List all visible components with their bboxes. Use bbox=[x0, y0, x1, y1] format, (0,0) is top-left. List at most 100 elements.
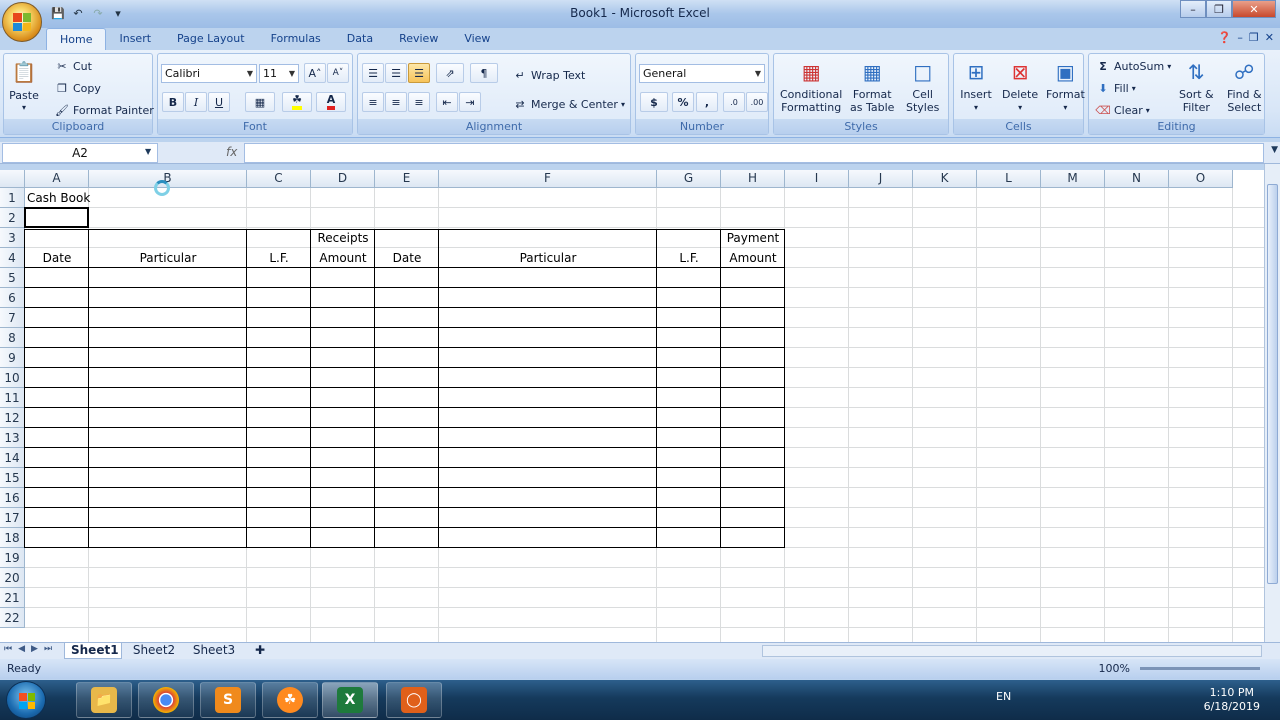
sheet-tab-sheet1[interactable]: Sheet1 bbox=[64, 643, 122, 659]
last-sheet-icon[interactable]: ⏭ bbox=[44, 644, 52, 654]
insert-function-icon[interactable]: fx bbox=[226, 145, 237, 159]
borders-button[interactable]: ▦ bbox=[245, 92, 275, 112]
align-middle-button[interactable]: ☰ bbox=[385, 63, 407, 83]
column-header-h[interactable]: H bbox=[721, 170, 785, 188]
taskbar-explorer[interactable]: 📁 bbox=[76, 682, 132, 718]
percent-button[interactable]: % bbox=[672, 92, 694, 112]
row-header-14[interactable]: 14 bbox=[0, 448, 25, 468]
vertical-scroll-thumb[interactable] bbox=[1267, 184, 1278, 584]
row-header-20[interactable]: 20 bbox=[0, 568, 25, 588]
increase-indent-button[interactable]: ⇥ bbox=[459, 92, 481, 112]
column-header-k[interactable]: K bbox=[913, 170, 977, 188]
row-header-13[interactable]: 13 bbox=[0, 428, 25, 448]
font-color-button[interactable]: A bbox=[316, 92, 346, 112]
row-header-2[interactable]: 2 bbox=[0, 208, 25, 228]
tab-review[interactable]: Review bbox=[386, 28, 451, 50]
prev-sheet-icon[interactable]: ◀ bbox=[18, 644, 25, 654]
row-header-17[interactable]: 17 bbox=[0, 508, 25, 528]
active-cell[interactable] bbox=[24, 207, 89, 228]
column-header-i[interactable]: I bbox=[785, 170, 849, 188]
insert-cells-button[interactable]: ⊞ Insert ▾ bbox=[960, 56, 992, 114]
next-sheet-icon[interactable]: ▶ bbox=[31, 644, 38, 654]
tab-formulas[interactable]: Formulas bbox=[258, 28, 334, 50]
currency-button[interactable]: $ bbox=[640, 92, 668, 112]
format-painter-button[interactable]: 🖌 Format Painter bbox=[54, 102, 154, 118]
comma-button[interactable]: , bbox=[696, 92, 718, 112]
ribbon-minimize-icon[interactable]: – bbox=[1237, 31, 1243, 44]
ribbon-restore-icon[interactable]: ❐ bbox=[1249, 31, 1259, 44]
column-header-a[interactable]: A bbox=[25, 170, 89, 188]
column-header-g[interactable]: G bbox=[657, 170, 721, 188]
zoom-level[interactable]: 100% bbox=[1099, 662, 1130, 675]
zoom-slider[interactable] bbox=[1140, 667, 1260, 670]
column-header-m[interactable]: M bbox=[1041, 170, 1105, 188]
formula-input[interactable] bbox=[244, 143, 1264, 163]
orientation-button[interactable]: ⇗ bbox=[436, 63, 464, 83]
tab-home[interactable]: Home bbox=[46, 28, 107, 50]
delete-cells-button[interactable]: ⊠ Delete ▾ bbox=[1002, 56, 1038, 114]
column-header-d[interactable]: D bbox=[311, 170, 375, 188]
underline-button[interactable]: U bbox=[208, 92, 230, 112]
help-icon[interactable]: ❓ bbox=[1218, 31, 1232, 44]
chevron-down-icon[interactable]: ▼ bbox=[145, 147, 151, 156]
minimize-button[interactable]: – bbox=[1180, 0, 1206, 18]
row-header-4[interactable]: 4 bbox=[0, 248, 25, 268]
tab-page-layout[interactable]: Page Layout bbox=[164, 28, 258, 50]
column-header-o[interactable]: O bbox=[1169, 170, 1233, 188]
row-header-11[interactable]: 11 bbox=[0, 388, 25, 408]
copy-button[interactable]: ❐ Copy bbox=[54, 80, 101, 96]
decrease-decimal-button[interactable]: .00 bbox=[746, 92, 768, 112]
column-header-c[interactable]: C bbox=[247, 170, 311, 188]
language-indicator[interactable]: EN bbox=[996, 690, 1011, 703]
tab-insert[interactable]: Insert bbox=[106, 28, 164, 50]
grow-font-button[interactable]: A˄ bbox=[304, 63, 326, 83]
office-button[interactable] bbox=[2, 2, 42, 42]
name-box[interactable]: A2 bbox=[2, 143, 158, 163]
cut-button[interactable]: ✂ Cut bbox=[54, 58, 92, 74]
sort-filter-button[interactable]: ⇅ Sort & Filter bbox=[1179, 56, 1214, 115]
row-header-3[interactable]: 3 bbox=[0, 228, 25, 248]
wrap-text-button[interactable]: ↵ Wrap Text bbox=[512, 67, 585, 83]
row-header-8[interactable]: 8 bbox=[0, 328, 25, 348]
row-header-6[interactable]: 6 bbox=[0, 288, 25, 308]
column-header-n[interactable]: N bbox=[1105, 170, 1169, 188]
column-header-j[interactable]: J bbox=[849, 170, 913, 188]
sheet-tab-sheet2[interactable]: Sheet2 bbox=[126, 643, 182, 659]
first-sheet-icon[interactable]: ⏮ bbox=[4, 644, 12, 654]
row-header-15[interactable]: 15 bbox=[0, 468, 25, 488]
row-header-5[interactable]: 5 bbox=[0, 268, 25, 288]
cell-styles-button[interactable]: □ Cell Styles bbox=[906, 56, 939, 115]
close-button[interactable]: ✕ bbox=[1232, 0, 1276, 18]
format-cells-button[interactable]: ▣ Format ▾ bbox=[1046, 56, 1085, 114]
align-top-button[interactable]: ☰ bbox=[362, 63, 384, 83]
fill-color-button[interactable]: ☘ bbox=[282, 92, 312, 112]
paste-button[interactable]: 📋 Paste ▾ bbox=[8, 56, 40, 112]
row-header-16[interactable]: 16 bbox=[0, 488, 25, 508]
clock[interactable]: 1:10 PM 6/18/2019 bbox=[1204, 686, 1260, 714]
align-right-button[interactable]: ≡ bbox=[408, 92, 430, 112]
taskbar-chrome[interactable] bbox=[138, 682, 194, 718]
taskbar-app-orange[interactable]: S bbox=[200, 682, 256, 718]
maximize-button[interactable]: ❐ bbox=[1206, 0, 1232, 18]
ribbon-close-icon[interactable]: ✕ bbox=[1265, 31, 1274, 44]
row-header-19[interactable]: 19 bbox=[0, 548, 25, 568]
format-as-table-button[interactable]: ▦ Format as Table bbox=[850, 56, 894, 115]
select-all-corner[interactable] bbox=[0, 170, 25, 188]
column-header-l[interactable]: L bbox=[977, 170, 1041, 188]
worksheet-grid[interactable]: A B C D E F G H I J K L M N O 1 2 3 4 5 6 7 8 9 10 11 12 13 14 15 16 17… bbox=[0, 170, 1264, 642]
align-left-button[interactable]: ≡ bbox=[362, 92, 384, 112]
font-name-select[interactable]: Calibri ▼ bbox=[161, 64, 257, 83]
expand-formula-bar-icon[interactable]: ▼ bbox=[1271, 145, 1278, 155]
number-format-select[interactable]: General ▼ bbox=[639, 64, 765, 83]
font-size-select[interactable]: 11 ▼ bbox=[259, 64, 299, 83]
clear-button[interactable]: ⌫ Clear ▾ bbox=[1095, 102, 1150, 118]
align-bottom-button[interactable]: ☰ bbox=[408, 63, 430, 83]
row-header-9[interactable]: 9 bbox=[0, 348, 25, 368]
taskbar-excel[interactable]: X bbox=[322, 682, 378, 718]
row-header-21[interactable]: 21 bbox=[0, 588, 25, 608]
row-header-12[interactable]: 12 bbox=[0, 408, 25, 428]
row-header-10[interactable]: 10 bbox=[0, 368, 25, 388]
italic-button[interactable]: I bbox=[185, 92, 207, 112]
taskbar-recorder[interactable]: ◯ bbox=[386, 682, 442, 718]
decrease-indent-button[interactable]: ⇤ bbox=[436, 92, 458, 112]
